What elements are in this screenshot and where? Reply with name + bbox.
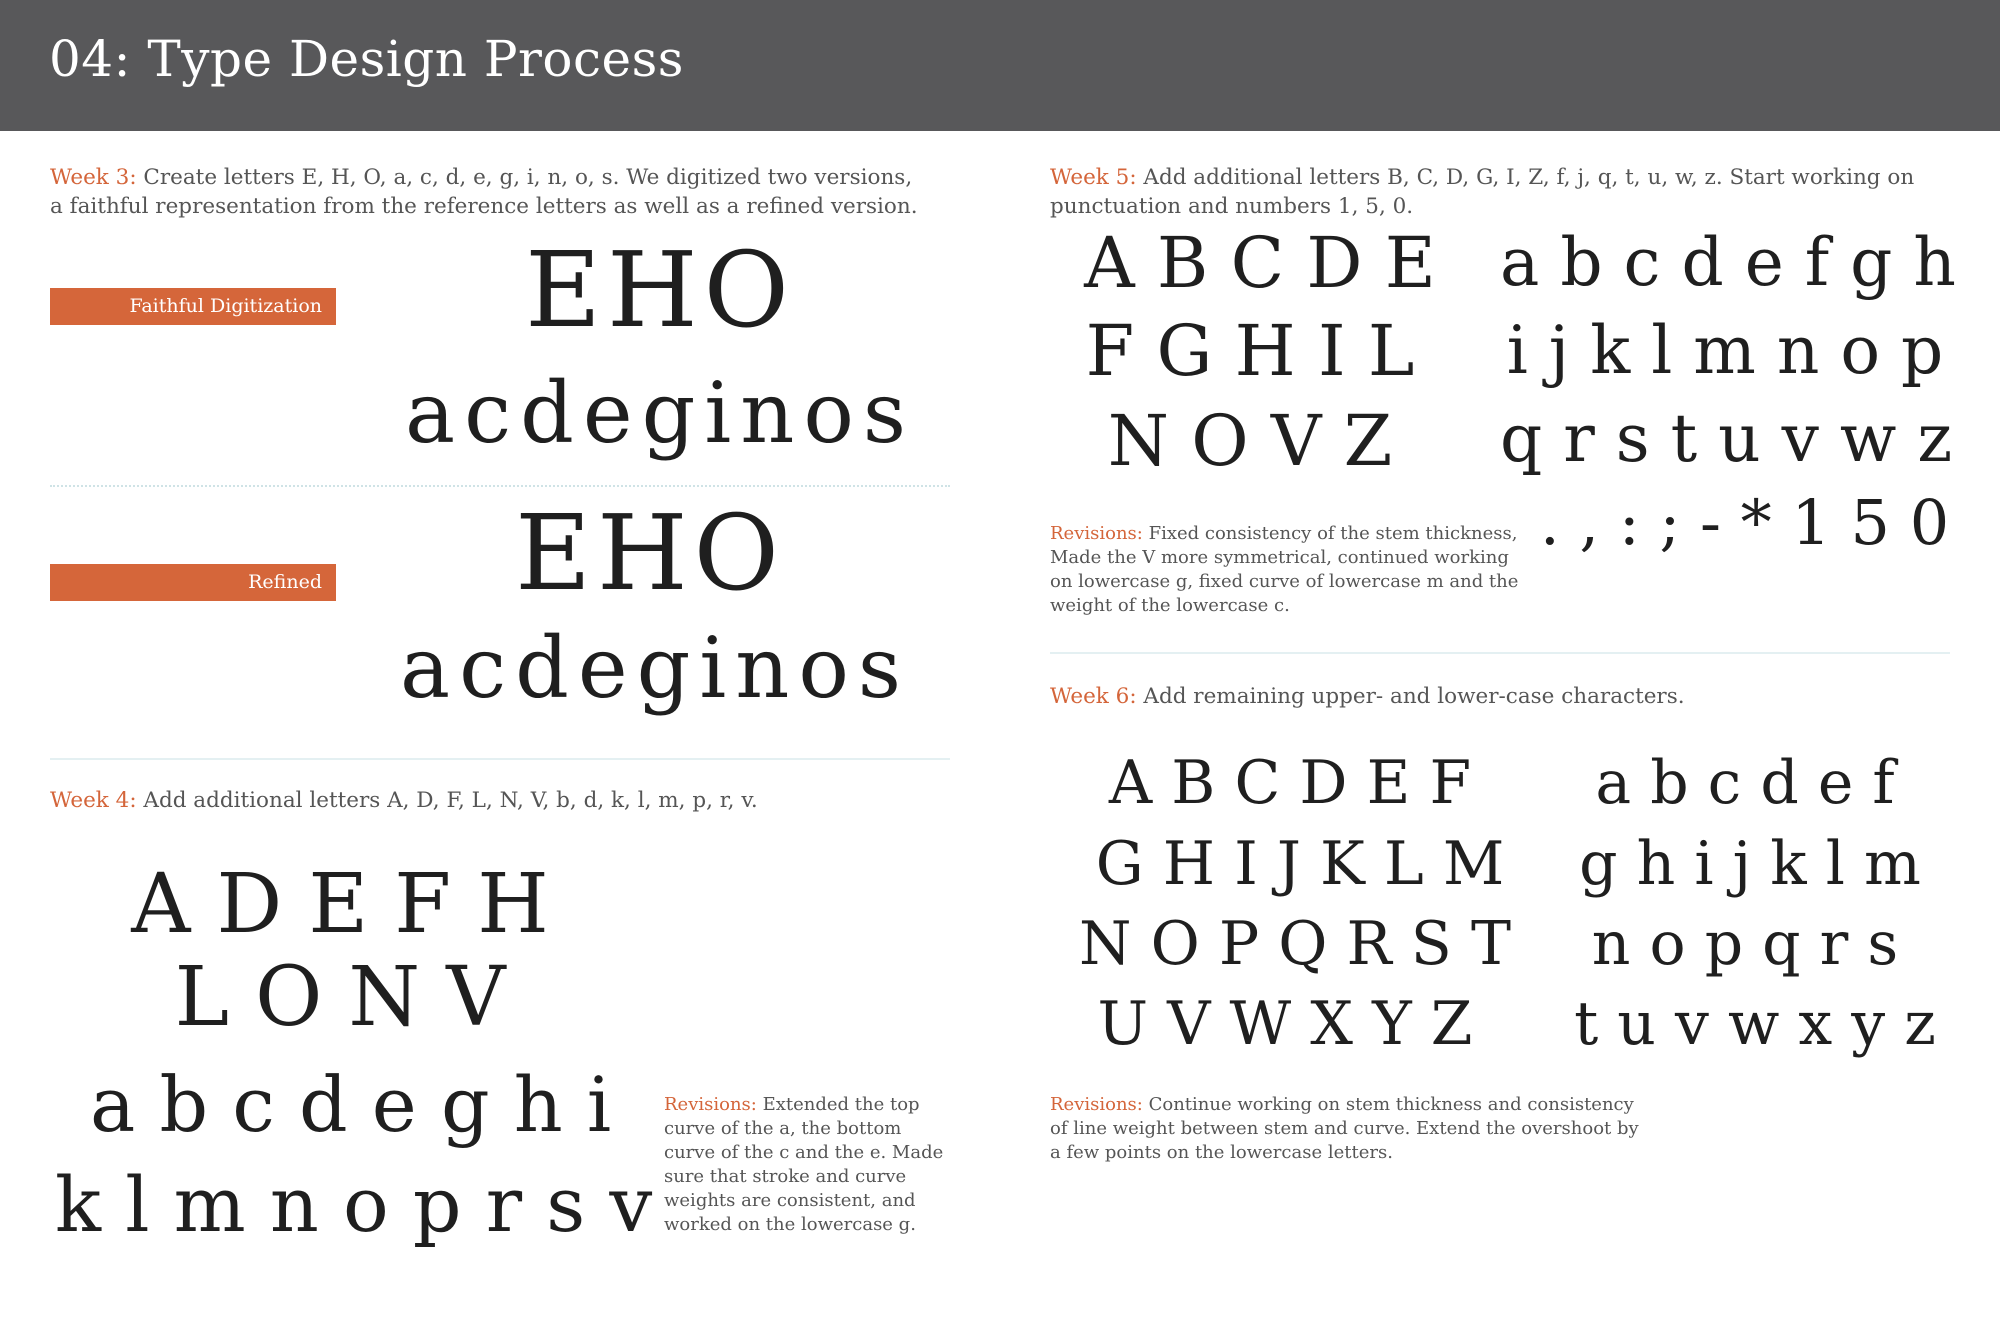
week6-upper-row-1: A B C D E F (1108, 748, 1472, 818)
week5-lower-row-1: a b c d e f g h (1500, 224, 1956, 301)
page-title: 04: Type Design Process (49, 30, 684, 88)
week4-text: Add additional letters A, D, F, L, N, V,… (136, 788, 758, 813)
week6-lower-row-1: a b c d e f (1595, 748, 1895, 818)
week5-revisions: Revisions: Fixed consistency of the stem… (1050, 522, 1520, 618)
week5-revisions-label: Revisions: (1050, 523, 1143, 544)
week3-week4-divider (50, 758, 950, 760)
week5-lower-row-3: q r s t u v w z (1500, 400, 1953, 477)
week6-description: Week 6: Add remaining upper- and lower-c… (1050, 682, 1950, 711)
week6-upper-row-3: N O P Q R S T (1079, 909, 1511, 979)
faithful-uppercase-specimen: EHO (525, 229, 795, 351)
refined-tag: Refined (50, 564, 336, 601)
week6-revisions: Revisions: Continue working on stem thic… (1050, 1093, 1650, 1165)
week5-upper-row-1: A B C D E (1084, 222, 1436, 304)
week4-row-4: k l m n o p r s v (55, 1160, 653, 1249)
week5-upper-row-2: F G H I L (1085, 310, 1415, 392)
week6-revisions-label: Revisions: (1050, 1094, 1143, 1115)
week4-description: Week 4: Add additional letters A, D, F, … (50, 786, 950, 815)
week4-revisions-label: Revisions: (664, 1094, 757, 1115)
week3-divider (50, 485, 950, 487)
week6-text: Add remaining upper- and lower-case char… (1136, 684, 1685, 709)
week6-upper-row-4: U V W X Y Z (1097, 989, 1473, 1059)
refined-lowercase-specimen: acdeginos (399, 619, 911, 717)
faithful-digitization-tag: Faithful Digitization (50, 288, 336, 325)
week4-revisions-text: Extended the top curve of the a, the bot… (664, 1094, 944, 1235)
week5-description: Week 5: Add additional letters B, C, D, … (1050, 163, 1950, 221)
week5-text: Add additional letters B, C, D, G, I, Z,… (1050, 165, 1915, 219)
week4-row-3: a b c d e g h i (90, 1060, 612, 1149)
week3-label: Week 3: (50, 165, 137, 190)
page-header: 04: Type Design Process (0, 0, 2000, 131)
week6-label: Week 6: (1050, 684, 1137, 709)
week5-upper-row-3: N O V Z (1107, 400, 1393, 482)
week5-week6-divider (1050, 652, 1950, 654)
faithful-lowercase-specimen: acdeginos (404, 364, 916, 462)
week3-text: Create letters E, H, O, a, c, d, e, g, i… (50, 165, 918, 219)
week3-description: Week 3: Create letters E, H, O, a, c, d,… (50, 163, 920, 221)
week5-punctuation-numbers: . , : ; - * 1 5 0 (1540, 486, 1950, 559)
week6-lower-row-3: n o p q r s (1591, 909, 1899, 979)
week4-revisions: Revisions: Extended the top curve of the… (664, 1093, 956, 1237)
refined-uppercase-specimen: EHO (515, 492, 785, 614)
week4-label: Week 4: (50, 788, 137, 813)
week6-lower-row-4: t u v w x y z (1574, 989, 1936, 1059)
week6-lower-row-2: g h i j k l m (1579, 829, 1921, 899)
week5-lower-row-2: i j k l m n o p (1506, 312, 1944, 389)
week6-upper-row-2: G H I J K L M (1095, 829, 1505, 899)
week5-label: Week 5: (1050, 165, 1137, 190)
week4-row-2: L O N V (174, 950, 506, 1045)
